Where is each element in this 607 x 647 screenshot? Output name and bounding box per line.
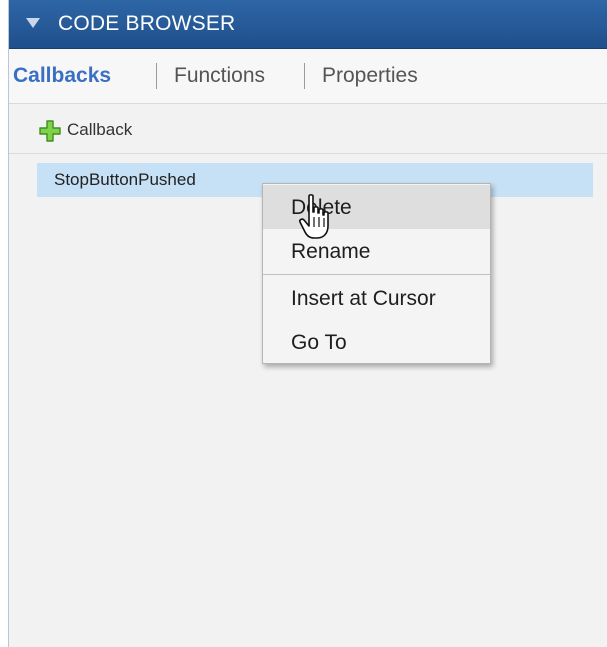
tab-divider	[304, 63, 305, 89]
callback-toolbar: Callback	[9, 104, 607, 154]
tab-bar: Callbacks Functions Properties	[9, 49, 607, 104]
menu-item-label: Go To	[291, 331, 347, 354]
tab-callbacks[interactable]: Callbacks	[13, 64, 111, 88]
tab-properties[interactable]: Properties	[322, 64, 418, 88]
menu-item-go-to[interactable]: Go To	[263, 320, 490, 364]
menu-item-insert-at-cursor[interactable]: Insert at Cursor	[263, 276, 490, 320]
tab-functions[interactable]: Functions	[174, 64, 265, 88]
context-menu: Delete Rename Insert at Cursor Go To	[262, 183, 491, 364]
green-plus-icon	[39, 120, 61, 142]
hand-pointer-icon	[299, 194, 329, 239]
menu-divider	[263, 274, 490, 275]
callback-name: StopButtonPushed	[54, 170, 196, 189]
menu-item-label: Rename	[291, 240, 371, 263]
code-browser-header[interactable]: CODE BROWSER	[9, 0, 607, 49]
tab-divider	[156, 63, 157, 89]
triangle-down-icon[interactable]	[26, 18, 40, 28]
menu-item-label: Insert at Cursor	[291, 287, 436, 310]
panel-title: CODE BROWSER	[58, 12, 236, 35]
add-callback-label: Callback	[67, 120, 133, 139]
